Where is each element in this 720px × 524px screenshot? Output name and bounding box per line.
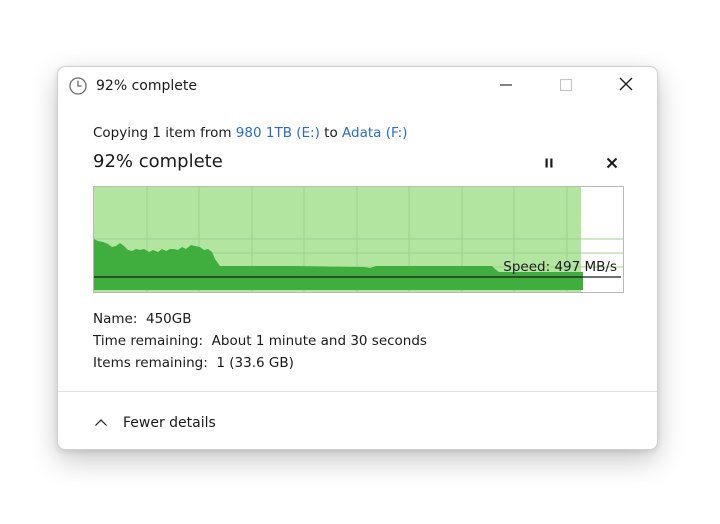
copy-description: Copying 1 item from 980 1TB (E:) to Adat… xyxy=(93,125,408,141)
minimize-button[interactable] xyxy=(483,67,529,105)
copy-prefix: Copying 1 item from xyxy=(93,125,236,141)
progress-title: 92% complete xyxy=(93,151,223,172)
detail-items-value: 1 (33.6 GB) xyxy=(216,355,294,371)
detail-items-label: Items remaining: xyxy=(93,355,208,371)
chevron-up-icon xyxy=(93,415,109,431)
close-button[interactable] xyxy=(603,67,649,105)
maximize-button[interactable] xyxy=(543,67,589,105)
pause-icon xyxy=(543,154,555,173)
pause-button[interactable] xyxy=(537,151,561,175)
source-link[interactable]: 980 1TB (E:) xyxy=(236,125,320,141)
transfer-speed-graph: Speed: 497 MB/s xyxy=(93,186,624,293)
close-icon xyxy=(618,76,634,96)
speed-graph-canvas xyxy=(94,187,623,292)
clock-icon xyxy=(69,77,87,95)
detail-time-label: Time remaining: xyxy=(93,333,204,349)
detail-items-remaining: Items remaining: 1 (33.6 GB) xyxy=(93,355,294,371)
detail-name-label: Name: xyxy=(93,311,138,327)
cancel-copy-button[interactable] xyxy=(600,151,624,175)
detail-time-remaining: Time remaining: About 1 minute and 30 se… xyxy=(93,333,427,349)
window-title: 92% complete xyxy=(96,78,197,94)
title-bar: 92% complete xyxy=(58,67,657,107)
maximize-icon xyxy=(559,77,573,96)
destination-link[interactable]: Adata (F:) xyxy=(342,125,408,141)
fewer-details-toggle[interactable]: Fewer details xyxy=(93,412,216,434)
copy-progress-dialog: 92% complete Copying 1 item from 980 1TB… xyxy=(57,66,658,450)
cancel-icon xyxy=(606,154,618,173)
detail-time-value: About 1 minute and 30 seconds xyxy=(211,333,427,349)
speed-label: Speed: 497 MB/s xyxy=(503,259,617,275)
fewer-details-label: Fewer details xyxy=(123,415,216,431)
detail-name: Name: 450GB xyxy=(93,311,191,327)
detail-name-value: 450GB xyxy=(145,311,192,327)
copy-middle: to xyxy=(319,125,342,141)
footer-divider xyxy=(58,391,657,392)
minimize-icon xyxy=(499,77,513,96)
